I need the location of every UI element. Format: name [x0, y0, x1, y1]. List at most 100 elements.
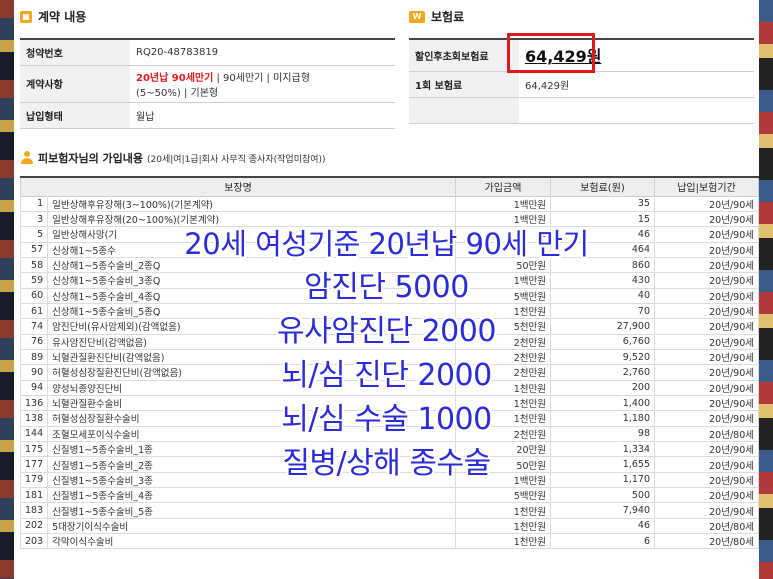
coverage-row: 138 허혈성심장질환수술비 1천만원 1,180 20년/90세 [19, 410, 759, 427]
coverage-amount: 1백만원 [455, 471, 551, 489]
coverage-code: 5 [19, 226, 49, 243]
contract-section-header: 계약 내용 [20, 8, 86, 25]
contract-row: 청약번호 RQ20-48783819 [20, 39, 395, 66]
coverage-code: 181 [19, 487, 49, 504]
contract-term-rest: | 90세만기 | 미지급형 [213, 72, 310, 84]
header-period: 납입|보험기간 [654, 176, 759, 197]
contract-value: 월납 [130, 102, 395, 129]
coverage-row: 74 암진단비(유사암제외)(감액없음) 5천만원 27,900 20년/90세 [19, 318, 759, 335]
contract-label: 계약사항 [20, 65, 130, 103]
coverage-amount: 1천만원 [455, 302, 551, 320]
contract-value: 20년납 90세만기 | 90세만기 | 미지급형 (5~50%) | 기본형 [130, 65, 395, 103]
coverage-name: 각막이식수술비 [47, 533, 456, 550]
coverage-amount: 5천만원 [455, 318, 551, 335]
premium-value: 64,429원 [519, 71, 754, 98]
coverage-row: 203 각막이식수술비 1천만원 6 20년/80세 [19, 533, 759, 550]
coverage-premium: 27,900 [550, 318, 655, 335]
coverage-premium: 200 [550, 379, 655, 396]
coverage-amount: 2천만원 [455, 348, 551, 366]
coverage-premium: 1,180 [550, 410, 655, 427]
coverage-premium: 500 [550, 487, 655, 504]
coverage-name: 허혈성심장질환수술비 [47, 410, 456, 427]
coverage-period: 20년/90세 [654, 364, 759, 381]
premium-label-empty [409, 97, 519, 124]
coverage-row: 175 신질병1~5종수술비_1종 20만원 1,334 20년/90세 [19, 440, 759, 458]
coverage-amount: 1천만원 [455, 502, 551, 519]
coverage-period: 20년/90세 [654, 302, 759, 320]
coverage-name: 일반상해후유장해(20~100%)(기본계약) [47, 210, 456, 228]
coverage-period: 20년/90세 [654, 394, 759, 412]
coverage-premium: 9,520 [550, 348, 655, 366]
coverage-code: 144 [19, 425, 49, 443]
coverage-name: 신질병1~5종수술비_5종 [47, 502, 456, 519]
coverage-period: 20년/90세 [654, 471, 759, 489]
coverage-period: 20년/80세 [654, 533, 759, 550]
coverage-code: 94 [19, 379, 49, 396]
coverage-premium: 1,170 [550, 471, 655, 489]
coverage-code: 59 [19, 272, 49, 289]
coverage-name: 신질병1~5종수술비_4종 [47, 487, 456, 504]
contract-row: 납입형태 월납 [20, 102, 395, 129]
coverage-amount: 1백만원 [455, 195, 551, 212]
coverage-code: 183 [19, 502, 49, 519]
coverage-code: 3 [19, 210, 49, 228]
coverage-period: 20년/90세 [654, 379, 759, 396]
coverage-row: 58 신상해1~5종수술비_2종Q 50만원 860 20년/90세 [19, 256, 759, 274]
coverage-period: 20년/90세 [654, 502, 759, 519]
coverage-name: 허혈성심장질환진단비(감액없음) [47, 364, 456, 381]
coverage-section-header: 피보험자님의 가입내용 (20세|여|1급|회사 사무직 종사자(작업미참여)) [20, 150, 326, 166]
contract-term-line2: (5~50%) | 기본형 [136, 87, 219, 99]
coverage-row: 60 신상해1~5종수술비_4종Q 5백만원 40 20년/90세 [19, 287, 759, 304]
coverage-premium: 1,400 [550, 394, 655, 412]
contract-row: 계약사항 20년납 90세만기 | 90세만기 | 미지급형 (5~50%) |… [20, 65, 395, 103]
coverage-amount: 1 [455, 226, 551, 243]
coverage-premium: 464 [550, 241, 655, 258]
coverage-row: 76 유사암진단비(감액없음) 2천만원 6,760 20년/90세 [19, 333, 759, 350]
coverage-amount: 0 [455, 241, 551, 258]
coverage-code: 138 [19, 410, 49, 427]
coverage-amount: 5백만원 [455, 487, 551, 504]
coverage-code: 203 [19, 533, 49, 550]
coverage-header-row: 보장명 가입금액 보험료(원) 납입|보험기간 [20, 176, 759, 197]
coverage-row: 89 뇌혈관질환진단비(감액없음) 2천만원 9,520 20년/90세 [19, 348, 759, 366]
person-icon [20, 151, 34, 165]
coverage-premium: 6,760 [550, 333, 655, 350]
coverage-row: 136 뇌혈관질환수술비 1천만원 1,400 20년/90세 [19, 394, 759, 412]
coverage-premium: 46 [550, 226, 655, 243]
coverage-name: 신질병1~5종수술비_2종 [47, 456, 456, 473]
coverage-name: 일반상해후유장해(3~100%)(기본계약) [47, 195, 456, 212]
coverage-row: 61 신상해1~5종수술비_5종Q 1천만원 70 20년/90세 [19, 302, 759, 320]
premium-label: 1회 보험료 [409, 71, 519, 98]
coverage-period: 20년/90세 [654, 440, 759, 458]
coverage-name: 신질병1~5종수술비_1종 [47, 440, 456, 458]
coverage-amount: 2천만원 [455, 333, 551, 350]
coverage-premium: 6 [550, 533, 655, 550]
coverage-code: 74 [19, 318, 49, 335]
coverage-amount: 1천만원 [455, 517, 551, 535]
coverage-table: 보장명 가입금액 보험료(원) 납입|보험기간 1 일반상해후유장해(3~100%… [19, 176, 759, 550]
premium-label: 할인후초회보험료 [409, 39, 519, 72]
coverage-premium: 98 [550, 425, 655, 443]
coverage-period: 20년/90세 [654, 333, 759, 350]
coverage-premium: 430 [550, 272, 655, 289]
contract-label: 납입형태 [20, 102, 130, 129]
coverage-name: 일반상해사망(기 [47, 226, 456, 243]
coverage-name: 신상해1~5종수술비_3종Q [47, 272, 456, 289]
coverage-amount: 1백만원 [455, 272, 551, 289]
coverage-period: 20년/90세 [654, 241, 759, 258]
coverage-code: 175 [19, 440, 49, 458]
coverage-row: 57 신상해1~5종수 0 464 20년/90세 [19, 241, 759, 258]
coverage-code: 202 [19, 517, 49, 535]
coverage-name: 양성뇌종양진단비 [47, 379, 456, 396]
coverage-amount: 1천만원 [455, 394, 551, 412]
coverage-row: 202 5대장기이식수술비 1천만원 46 20년/80세 [19, 517, 759, 535]
premium-section-header: W 보험료 [409, 8, 464, 25]
coverage-amount: 2천만원 [455, 364, 551, 381]
coverage-name: 암진단비(유사암제외)(감액없음) [47, 318, 456, 335]
coverage-name: 조혈모세포이식수술비 [47, 425, 456, 443]
premium-row: 1회 보험료 64,429원 [409, 71, 754, 98]
coverage-premium: 15 [550, 210, 655, 228]
header-premium: 보험료(원) [550, 176, 655, 197]
coverage-period: 20년/90세 [654, 210, 759, 228]
coverage-name: 신상해1~5종수술비_4종Q [47, 287, 456, 304]
